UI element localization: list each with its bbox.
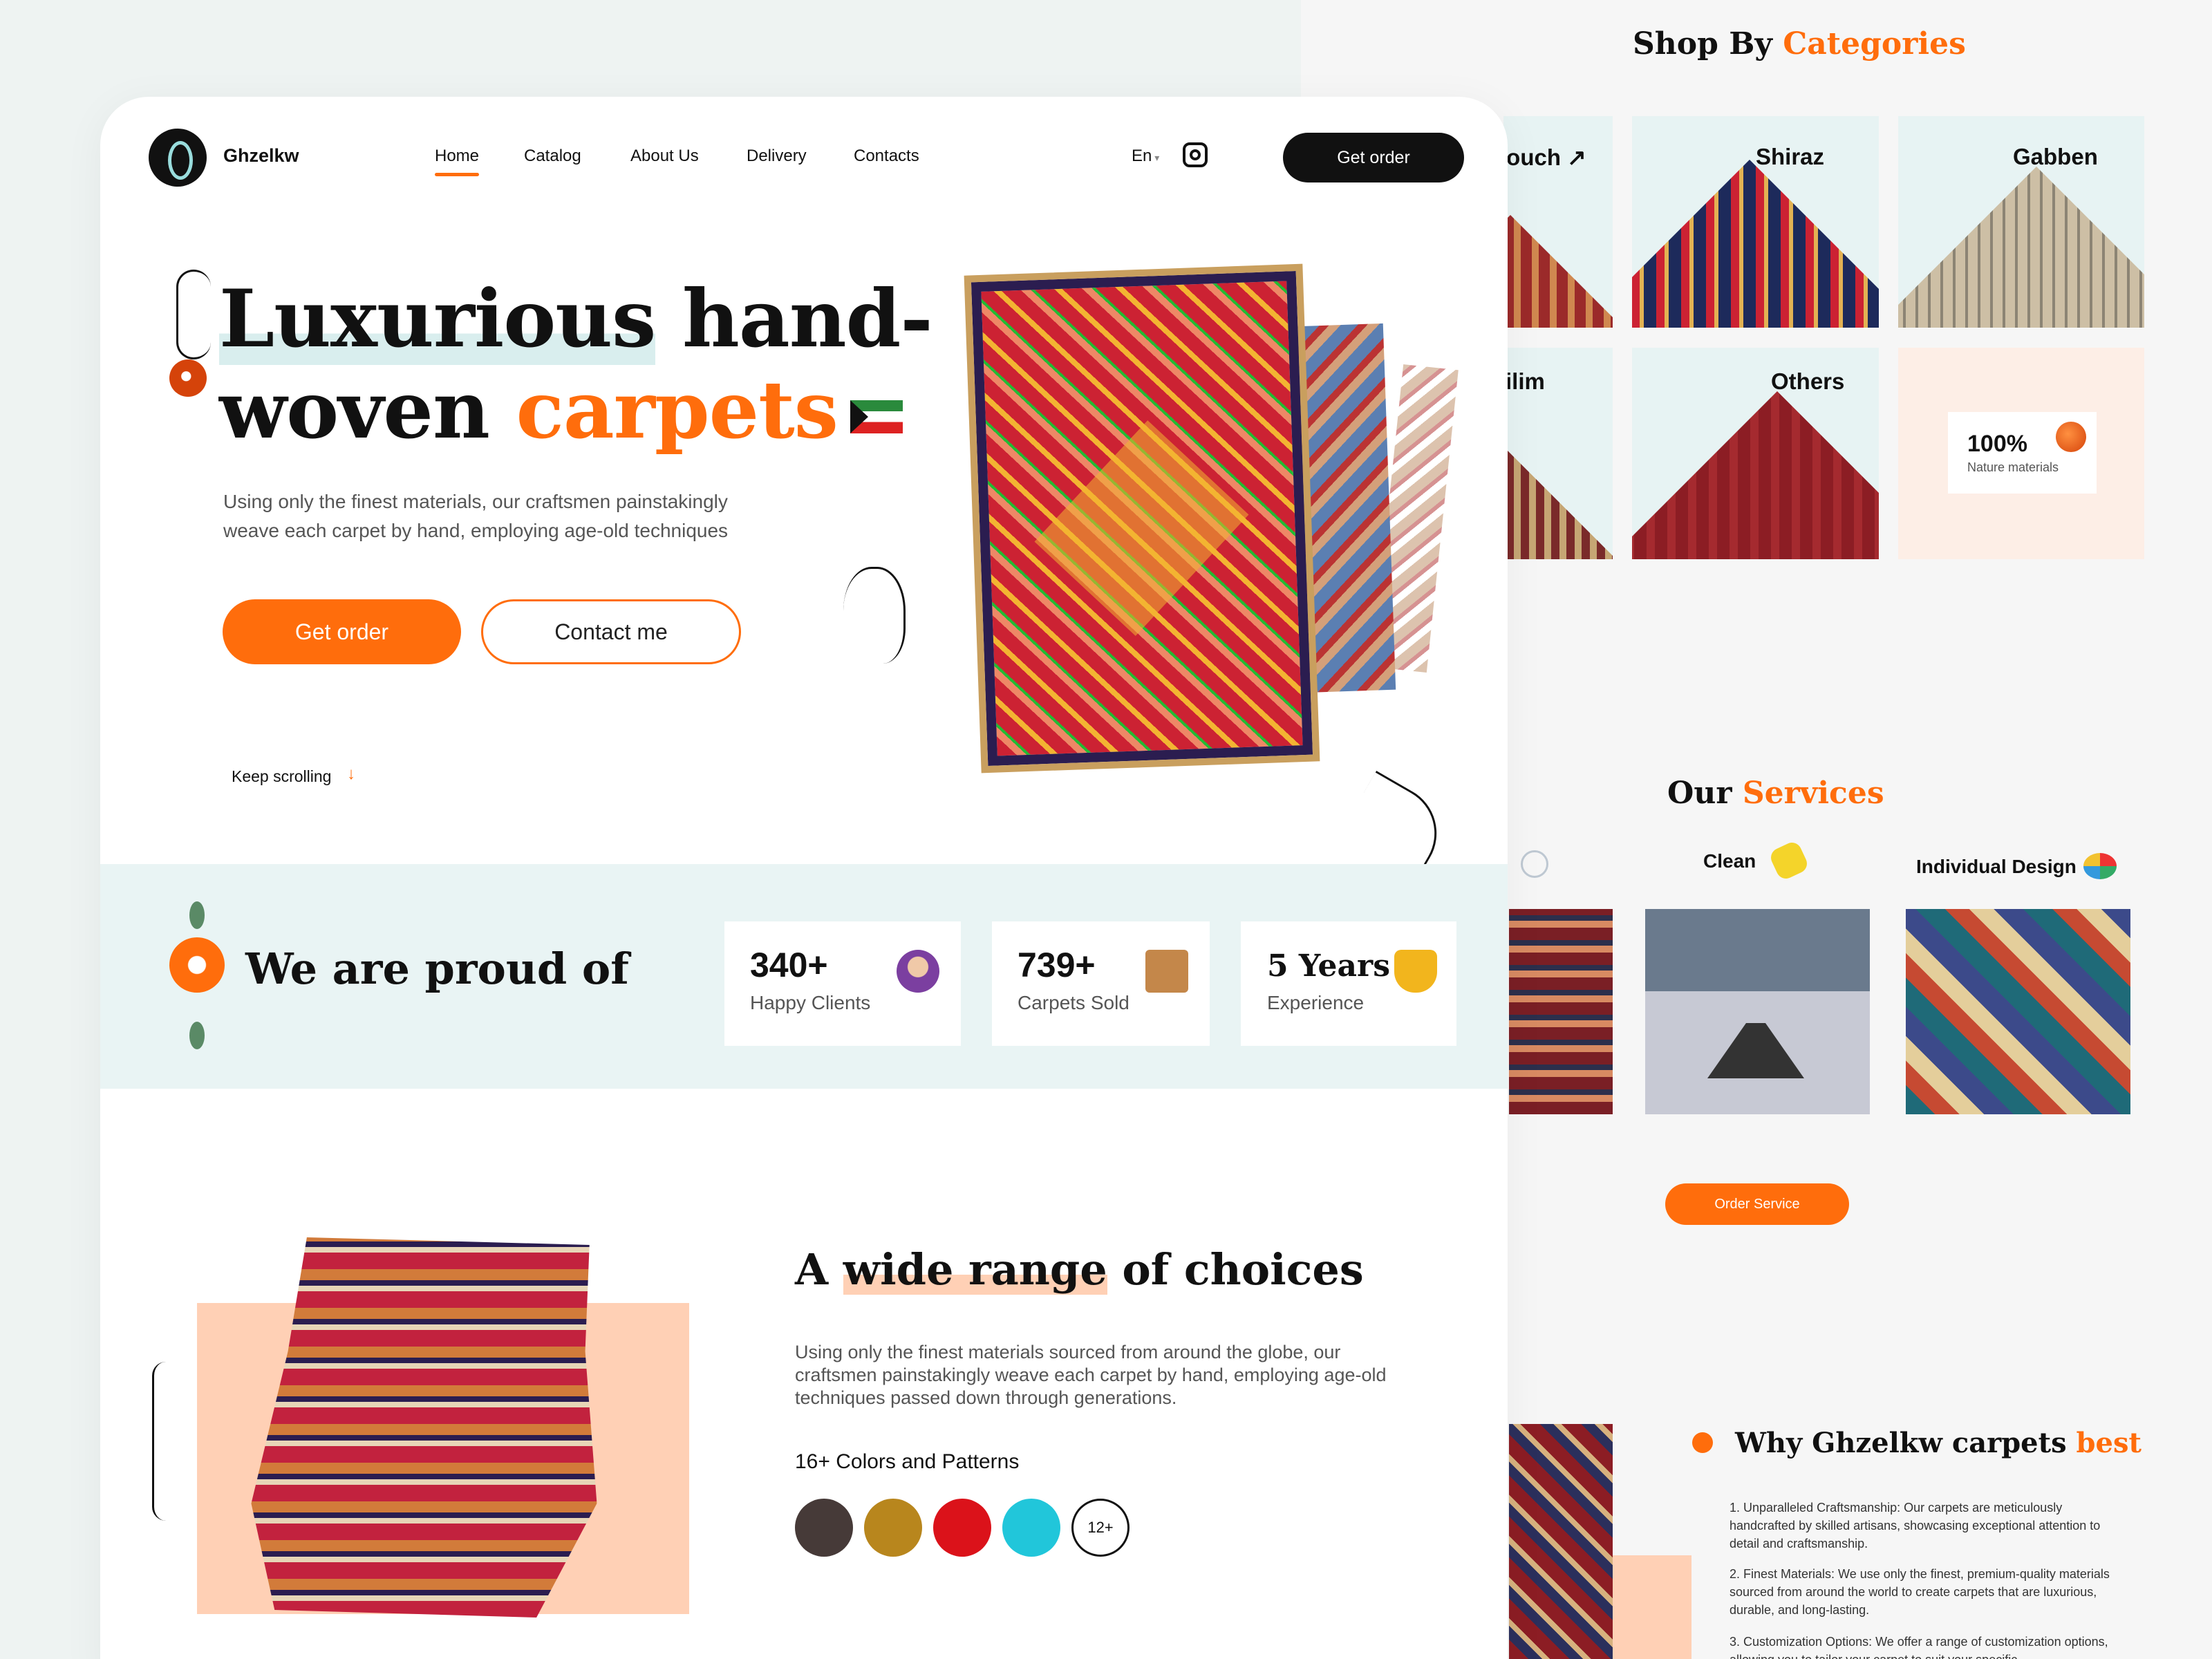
category-label-gabben[interactable]: Gabben bbox=[2013, 144, 2098, 170]
service-image-design bbox=[1906, 909, 2130, 1114]
rug-image-main bbox=[964, 263, 1320, 774]
stat-value-carpets: 739+ bbox=[1018, 946, 1096, 984]
category-label-kilim[interactable]: ilim bbox=[1506, 368, 1545, 395]
package-icon bbox=[1145, 950, 1188, 993]
language-value: En bbox=[1132, 147, 1152, 165]
stat-value-clients: 340+ bbox=[750, 946, 828, 984]
why-point-2: 2. Finest Materials: We use only the fin… bbox=[1730, 1567, 2110, 1617]
why-peach-block bbox=[1613, 1555, 1691, 1659]
leaf-icon bbox=[189, 901, 205, 929]
kuwait-flag-icon bbox=[850, 400, 903, 434]
why-point-3: 3. Customization Options: We offer a ran… bbox=[1730, 1635, 2108, 1659]
curl-doodle bbox=[843, 567, 906, 664]
arrow-down-icon: ↓ bbox=[347, 765, 355, 783]
colors-label: 16+ Colors and Patterns bbox=[795, 1450, 1020, 1473]
services-title: Our Services bbox=[1667, 776, 1884, 811]
color-swatch[interactable] bbox=[795, 1499, 853, 1557]
why-point-1: 1. Unparalleled Craftsmanship: Our carpe… bbox=[1730, 1501, 2101, 1550]
language-selector[interactable]: En ▾ bbox=[1132, 147, 1159, 166]
flower-ornament-icon bbox=[169, 359, 207, 397]
loop-doodle bbox=[152, 1362, 180, 1521]
color-swatch[interactable] bbox=[933, 1499, 991, 1557]
color-swatch[interactable] bbox=[864, 1499, 922, 1557]
categories-title: Shop By Categories bbox=[1633, 26, 1966, 62]
nav-about-us[interactable]: About Us bbox=[630, 147, 699, 166]
contact-me-button[interactable]: Contact me bbox=[481, 599, 741, 664]
nav-contacts[interactable]: Contacts bbox=[854, 147, 919, 166]
stat-value-experience: 5 Years bbox=[1267, 948, 1390, 984]
hero-title: Luxurious hand-woven carpets bbox=[219, 272, 933, 456]
nav-home[interactable]: Home bbox=[435, 147, 480, 176]
service-image-repair bbox=[1509, 909, 1613, 1114]
brand-logo[interactable] bbox=[149, 129, 207, 187]
choices-description: Using only the finest materials sourced … bbox=[795, 1342, 1387, 1408]
needle-icon bbox=[1521, 850, 1548, 878]
yarn-ball-icon bbox=[2056, 422, 2086, 452]
flower-icon bbox=[169, 937, 225, 993]
category-label-others[interactable]: Others bbox=[1771, 368, 1844, 395]
service-label-clean: Clean bbox=[1703, 850, 1756, 872]
category-label-shiraz[interactable]: Shiraz bbox=[1756, 144, 1824, 170]
stat-label-carpets: Carpets Sold bbox=[1018, 992, 1130, 1013]
brand-name[interactable]: Ghzelkw bbox=[223, 145, 299, 167]
badge-label: Nature materials bbox=[1967, 460, 2059, 474]
chevron-down-icon: ▾ bbox=[1152, 152, 1160, 163]
proud-heading: We are proud of bbox=[245, 944, 629, 994]
trophy-icon bbox=[1394, 950, 1437, 993]
service-label-design: Individual Design bbox=[1916, 856, 2077, 877]
leaf-icon bbox=[189, 1022, 205, 1049]
why-rug-image bbox=[1509, 1424, 1613, 1659]
color-swatch[interactable] bbox=[1002, 1499, 1060, 1557]
stat-label-experience: Experience bbox=[1267, 992, 1365, 1013]
order-service-button[interactable]: Order Service bbox=[1665, 1183, 1849, 1225]
swirl-doodle bbox=[176, 270, 211, 359]
nav-catalog[interactable]: Catalog bbox=[524, 147, 581, 166]
instagram-icon[interactable] bbox=[1183, 142, 1208, 167]
raising-hand-icon bbox=[897, 950, 939, 993]
keep-scrolling-label[interactable]: Keep scrolling bbox=[232, 767, 331, 786]
why-title: Why Ghzelkw carpets best bbox=[1735, 1427, 2141, 1459]
stat-label-clients: Happy Clients bbox=[750, 992, 871, 1013]
nav-get-order-button[interactable]: Get order bbox=[1283, 133, 1464, 182]
more-colors-button[interactable]: 12+ bbox=[1071, 1499, 1130, 1557]
hero-subtitle: Using only the finest materials, our cra… bbox=[223, 491, 729, 541]
flower-icon bbox=[1692, 1432, 1713, 1453]
category-label-balouch[interactable]: louch ↗ bbox=[1500, 144, 1586, 171]
choices-title: A wide range of choices bbox=[795, 1244, 1364, 1295]
nav-delivery[interactable]: Delivery bbox=[747, 147, 807, 166]
palette-icon bbox=[2083, 853, 2117, 879]
hero-get-order-button[interactable]: Get order bbox=[223, 599, 461, 664]
service-image-clean bbox=[1645, 909, 1870, 1114]
badge-value: 100% bbox=[1967, 431, 2027, 457]
front-page: Ghzelkw Home Catalog About Us Delivery C… bbox=[100, 97, 1508, 1659]
